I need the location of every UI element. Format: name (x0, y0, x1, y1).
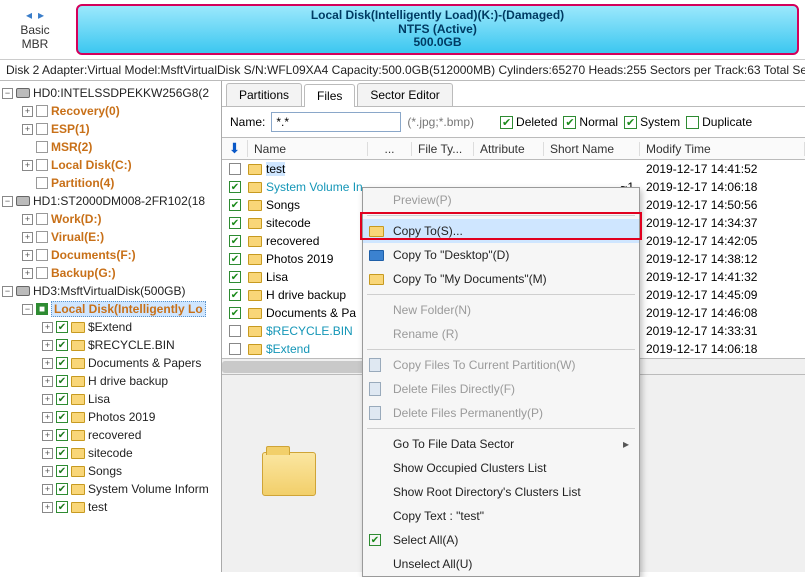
document-icon (369, 406, 381, 420)
mi-preview[interactable]: Preview(P) (363, 188, 639, 212)
folder-icon (248, 200, 262, 211)
folder-icon (71, 322, 85, 333)
tree-item[interactable]: +✔$RECYCLE.BIN (2, 336, 221, 354)
tabs: Partitions Files Sector Editor (222, 81, 805, 107)
row-checkbox[interactable]: ✔ (229, 271, 241, 283)
document-icon (369, 358, 381, 372)
chk-system[interactable]: ✔System (624, 115, 680, 129)
mi-new-folder[interactable]: New Folder(N) (363, 298, 639, 322)
mi-copy-current[interactable]: Copy Files To Current Partition(W) (363, 353, 639, 377)
folder-icon (71, 430, 85, 441)
row-checkbox[interactable]: ✔ (229, 217, 241, 229)
document-icon (369, 382, 381, 396)
mi-unselect-all[interactable]: Unselect All(U) (363, 552, 639, 576)
tree-item[interactable]: +✔H drive backup (2, 372, 221, 390)
desktop-icon (369, 250, 384, 261)
disk-band[interactable]: Local Disk(Intelligently Load)(K:)-(Dama… (76, 4, 799, 55)
folder-icon (248, 164, 262, 175)
grid-header[interactable]: ⬇ Name ... File Ty... Attribute Short Na… (222, 138, 805, 160)
tree-item[interactable]: +✔Documents & Papers (2, 354, 221, 372)
filter-bar: Name: (*.jpg;*.bmp) ✔Deleted ✔Normal ✔Sy… (222, 107, 805, 138)
nav-back-icon[interactable]: ◂ (26, 8, 32, 22)
tree-item[interactable]: +✔sitecode (2, 444, 221, 462)
tab-partitions[interactable]: Partitions (226, 83, 302, 106)
nav-fwd-icon[interactable]: ▸ (38, 8, 44, 22)
table-row[interactable]: test2019-12-17 14:41:52 (222, 160, 805, 178)
mi-root-clusters[interactable]: Show Root Directory's Clusters List (363, 480, 639, 504)
sort-icon[interactable]: ⬇ (229, 140, 241, 157)
mi-rename[interactable]: Rename (R) (363, 322, 639, 346)
folder-icon (71, 394, 85, 405)
nav-box: ◂ ▸ BasicMBR (0, 0, 70, 59)
folder-icon (248, 272, 262, 283)
chk-normal[interactable]: ✔Normal (563, 115, 618, 129)
expander-icon[interactable]: − (2, 88, 13, 99)
chk-deleted[interactable]: ✔Deleted (500, 115, 557, 129)
tree-item[interactable]: +✔$Extend (2, 318, 221, 336)
folder-icon (369, 274, 384, 285)
mi-goto-sector[interactable]: Go To File Data Sector▸ (363, 432, 639, 456)
chk-duplicate[interactable]: ✔Duplicate (686, 115, 752, 129)
folder-icon (262, 452, 316, 496)
mi-select-all[interactable]: ✔Select All(A) (363, 528, 639, 552)
row-checkbox[interactable] (229, 343, 241, 355)
mi-copy-to[interactable]: Copy To(S)... (363, 219, 639, 243)
disk-info-strip: Disk 2 Adapter:Virtual Model:MsftVirtual… (0, 60, 805, 81)
folder-icon (71, 412, 85, 423)
disk-icon (16, 88, 30, 98)
mi-occupied-clusters[interactable]: Show Occupied Clusters List (363, 456, 639, 480)
submenu-arrow-icon: ▸ (623, 437, 629, 451)
check-icon: ✔ (369, 534, 381, 546)
tree-item[interactable]: +✔Lisa (2, 390, 221, 408)
mi-delete-perm[interactable]: Delete Files Permanently(P) (363, 401, 639, 425)
folder-icon (71, 376, 85, 387)
tree-item[interactable]: +✔test (2, 498, 221, 516)
folder-icon (248, 236, 262, 247)
tab-files[interactable]: Files (304, 84, 355, 107)
row-checkbox[interactable]: ✔ (229, 181, 241, 193)
folder-icon (248, 344, 262, 355)
mi-copy-desktop[interactable]: Copy To "Desktop"(D) (363, 243, 639, 267)
row-checkbox[interactable]: ✔ (229, 307, 241, 319)
tree-selected: Local Disk(Intelligently Lo (51, 301, 206, 317)
tree-item[interactable]: +✔System Volume Inform (2, 480, 221, 498)
mi-copy-text[interactable]: Copy Text : "test" (363, 504, 639, 528)
tab-sector-editor[interactable]: Sector Editor (357, 83, 452, 106)
mi-delete-direct[interactable]: Delete Files Directly(F) (363, 377, 639, 401)
filter-input[interactable] (271, 112, 401, 132)
row-checkbox[interactable]: ✔ (229, 199, 241, 211)
folder-icon (71, 484, 85, 495)
filter-label: Name: (230, 115, 265, 129)
tree-item[interactable]: +✔recovered (2, 426, 221, 444)
context-menu: Preview(P) Copy To(S)... Copy To "Deskto… (362, 187, 640, 577)
tree-item[interactable]: +✔Songs (2, 462, 221, 480)
row-checkbox[interactable]: ✔ (229, 235, 241, 247)
disk-icon (16, 196, 30, 206)
folder-icon (71, 466, 85, 477)
folder-icon (71, 502, 85, 513)
tree-item[interactable]: +✔Photos 2019 (2, 408, 221, 426)
row-checkbox[interactable] (229, 325, 241, 337)
folder-icon (248, 254, 262, 265)
filter-hint: (*.jpg;*.bmp) (407, 115, 474, 129)
row-checkbox[interactable]: ✔ (229, 253, 241, 265)
folder-icon (248, 308, 262, 319)
folder-icon (248, 182, 262, 193)
folder-icon (248, 290, 262, 301)
folder-icon (71, 358, 85, 369)
folder-icon (369, 226, 384, 237)
device-tree[interactable]: −HD0:INTELSSDPEKKW256G8(2 +Recovery(0) +… (0, 81, 222, 572)
row-checkbox[interactable] (229, 163, 241, 175)
folder-icon (71, 448, 85, 459)
row-checkbox[interactable]: ✔ (229, 289, 241, 301)
folder-icon (248, 218, 262, 229)
mi-copy-mydocs[interactable]: Copy To "My Documents"(M) (363, 267, 639, 291)
folder-icon (71, 340, 85, 351)
folder-icon (248, 326, 262, 337)
disk-icon (16, 286, 30, 296)
